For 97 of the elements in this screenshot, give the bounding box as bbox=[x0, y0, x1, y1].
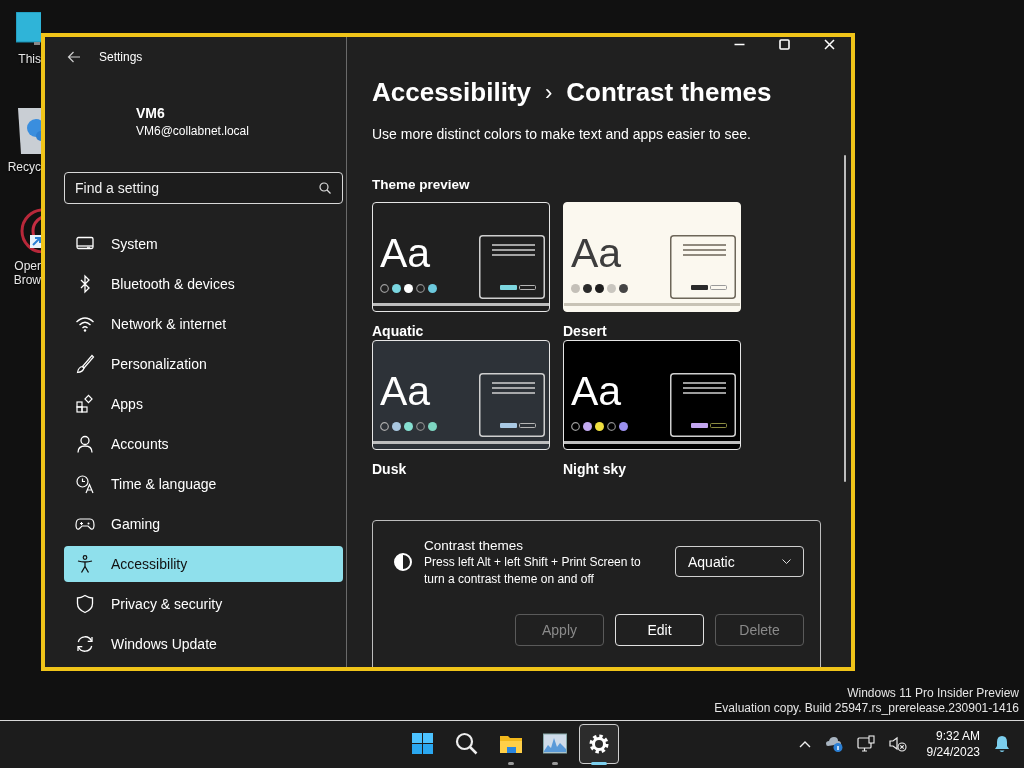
breadcrumb-separator: › bbox=[545, 79, 553, 106]
sidebar-item[interactable]: Network & internet bbox=[64, 306, 343, 342]
color-swatch-icon bbox=[404, 284, 413, 293]
shield-icon bbox=[75, 594, 95, 614]
sidebar-item[interactable]: Privacy & security bbox=[64, 586, 343, 622]
color-swatch-icon bbox=[428, 284, 437, 293]
sidebar-item[interactable]: Time & language bbox=[64, 466, 343, 502]
window-title: Settings bbox=[99, 50, 143, 64]
section-heading: Theme preview bbox=[372, 176, 471, 194]
sample-text: Aa bbox=[571, 231, 622, 275]
scrollbar[interactable] bbox=[844, 155, 846, 482]
theme-preview-card[interactable]: Aa bbox=[372, 202, 550, 312]
search-icon bbox=[455, 732, 479, 756]
color-swatch-icon bbox=[416, 422, 425, 431]
theme-name: Dusk bbox=[372, 460, 408, 478]
color-swatch-icon bbox=[583, 284, 592, 293]
windows-logo-icon bbox=[411, 732, 435, 756]
theme-preview-card[interactable]: Aa bbox=[372, 340, 550, 450]
wifi-icon bbox=[75, 314, 95, 334]
color-swatch-icon bbox=[571, 422, 580, 431]
gear-icon bbox=[587, 732, 611, 756]
desktop-icon-label[interactable]: Brow bbox=[13, 273, 41, 287]
window-preview-drawing bbox=[670, 373, 736, 437]
theme-name: Aquatic bbox=[372, 322, 425, 340]
sidebar-item[interactable]: Personalization bbox=[64, 346, 343, 382]
clock-date[interactable]: 9/24/2023 bbox=[926, 744, 980, 760]
person-icon bbox=[75, 434, 95, 454]
color-swatch-icon bbox=[607, 422, 616, 431]
close-button[interactable] bbox=[822, 37, 837, 52]
sidebar-item[interactable]: Bluetooth & devices bbox=[64, 266, 343, 302]
search-field[interactable]: Find a setting bbox=[64, 172, 343, 204]
page-title: Contrast themes bbox=[566, 77, 772, 108]
brush-icon bbox=[75, 354, 95, 374]
breadcrumb-link[interactable]: Accessibility bbox=[372, 77, 531, 108]
taskbar-app[interactable] bbox=[579, 724, 619, 764]
back-arrow-icon bbox=[67, 51, 81, 63]
sidebar-item[interactable]: System bbox=[64, 226, 343, 262]
desktop-icon-label[interactable]: Recyc bbox=[7, 160, 41, 174]
desktop-icon-label[interactable]: Oper bbox=[14, 259, 41, 273]
color-swatch-icon bbox=[392, 422, 401, 431]
window-preview-drawing bbox=[670, 235, 736, 299]
color-swatch-icon bbox=[595, 422, 604, 431]
recycle-bin-icon[interactable] bbox=[16, 108, 41, 154]
setting-description: Press left Alt + left Shift + Print Screen to turn a contrast theme on and off bbox=[424, 554, 642, 588]
sample-text: Aa bbox=[380, 369, 431, 413]
color-swatch-icon bbox=[571, 284, 580, 293]
color-swatch-icon bbox=[380, 422, 389, 431]
color-swatch-icon bbox=[416, 284, 425, 293]
apps-icon bbox=[75, 394, 95, 414]
theme-preview-card[interactable]: Aa bbox=[563, 202, 741, 312]
action-button[interactable]: Edit bbox=[615, 614, 704, 646]
sample-text: Aa bbox=[571, 369, 622, 413]
contrast-icon bbox=[393, 552, 413, 572]
page-description: Use more distinct colors to make text and apps easier to see. bbox=[372, 125, 752, 143]
setting-title: Contrast themes bbox=[424, 537, 525, 554]
account-email: VM6@collabnet.local bbox=[136, 124, 250, 138]
sidebar-item[interactable]: Accounts bbox=[64, 426, 343, 462]
color-swatch-icon bbox=[583, 422, 592, 431]
clock-time[interactable]: 9:32 AM bbox=[935, 728, 980, 744]
search-icon bbox=[319, 182, 331, 194]
cloud-icon[interactable] bbox=[824, 736, 843, 752]
clock-icon bbox=[75, 474, 95, 494]
color-swatch-icon bbox=[607, 284, 616, 293]
sidebar-item[interactable]: Apps bbox=[64, 386, 343, 422]
sidebar-item[interactable]: Windows Update bbox=[64, 626, 343, 662]
maximize-button[interactable] bbox=[777, 37, 792, 52]
color-swatch-icon bbox=[595, 284, 604, 293]
color-swatch-icon bbox=[619, 284, 628, 293]
edition-notice: Windows 11 Pro Insider Preview bbox=[847, 686, 1019, 701]
theme-dropdown[interactable]: Aquatic bbox=[675, 546, 804, 577]
theme-name: Night sky bbox=[563, 460, 627, 478]
bell-icon[interactable] bbox=[994, 735, 1010, 753]
sidebar-item[interactable]: Accessibility bbox=[64, 546, 343, 582]
chevron-down-icon bbox=[782, 558, 791, 565]
maximize-icon bbox=[779, 39, 790, 50]
monitor-icon[interactable] bbox=[16, 12, 41, 46]
refresh-icon bbox=[75, 634, 95, 654]
window-preview-drawing bbox=[479, 235, 545, 299]
account-name: VM6 bbox=[136, 105, 166, 122]
theme-name: Desert bbox=[563, 322, 608, 340]
desktop-icon-label[interactable]: This bbox=[18, 52, 41, 66]
theme-preview-card[interactable]: Aa bbox=[563, 340, 741, 450]
edition-notice: Evaluation copy. Build 25947.rs_prerelease.230901-1416 bbox=[714, 701, 1019, 716]
color-swatch-icon bbox=[404, 422, 413, 431]
color-swatch-icon bbox=[428, 422, 437, 431]
sidebar-item[interactable]: Gaming bbox=[64, 506, 343, 542]
accessibility-icon bbox=[75, 554, 95, 574]
color-swatch-icon bbox=[392, 284, 401, 293]
sample-text: Aa bbox=[380, 231, 431, 275]
chart-window-icon bbox=[543, 732, 567, 756]
close-icon bbox=[824, 39, 835, 50]
network-monitor-icon[interactable] bbox=[856, 735, 875, 753]
color-swatch-icon bbox=[380, 284, 389, 293]
chevron-up-icon[interactable] bbox=[798, 740, 811, 748]
color-swatch-icon bbox=[619, 422, 628, 431]
muted-speaker-icon[interactable] bbox=[888, 736, 907, 752]
window-preview-drawing bbox=[479, 373, 545, 437]
